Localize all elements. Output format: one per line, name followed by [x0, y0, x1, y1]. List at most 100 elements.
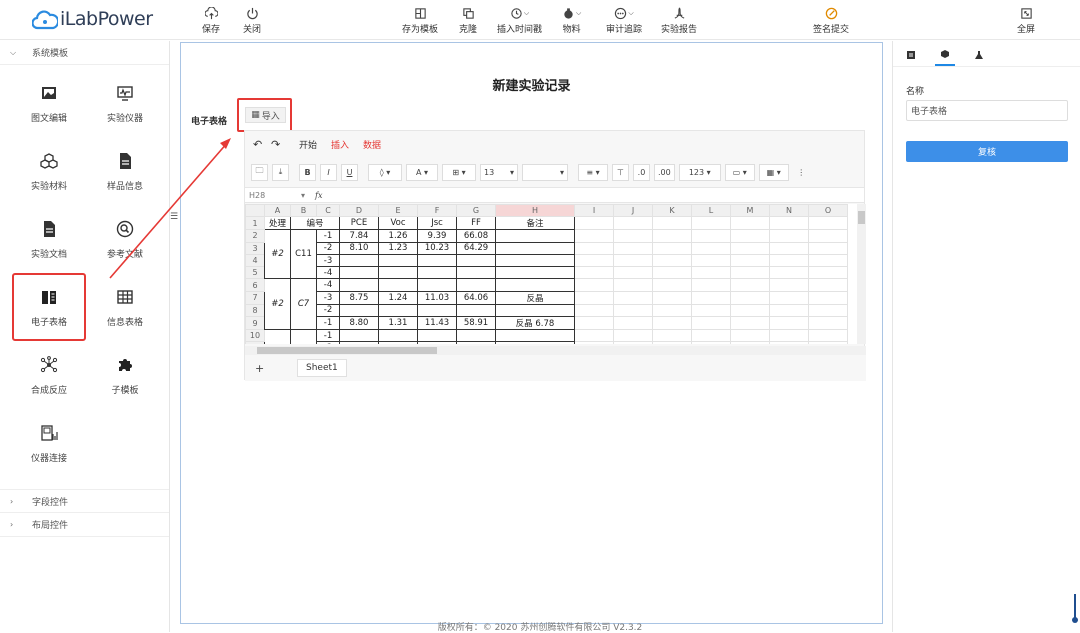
sheet-tab[interactable]: Sheet1	[297, 359, 347, 377]
cell[interactable]	[691, 278, 731, 292]
cell[interactable]: 58.91	[456, 316, 496, 331]
cell[interactable]	[769, 278, 809, 292]
cell[interactable]	[769, 341, 809, 344]
cell[interactable]	[652, 316, 692, 331]
cell[interactable]	[808, 241, 848, 255]
cell[interactable]	[574, 303, 614, 318]
cell[interactable]	[495, 303, 575, 318]
import-button[interactable]: ▦ 导入	[245, 107, 286, 123]
row-number[interactable]: 1	[245, 216, 265, 231]
cell-reference[interactable]: H28	[245, 191, 301, 200]
tile-instrument[interactable]: 实验仪器	[88, 69, 162, 137]
cell[interactable]: 1.31	[378, 316, 418, 331]
tile-references[interactable]: 参考文献	[88, 205, 162, 273]
menu-data[interactable]: 数据	[363, 138, 381, 151]
cell[interactable]	[652, 266, 692, 280]
cell[interactable]	[339, 341, 379, 344]
decimal-increase-icon[interactable]: .0	[633, 163, 650, 181]
cell[interactable]: PCE	[339, 216, 379, 231]
cell[interactable]	[769, 266, 809, 280]
cell[interactable]	[456, 341, 496, 344]
cell[interactable]	[652, 329, 692, 343]
cell[interactable]	[290, 329, 317, 344]
cell[interactable]	[808, 278, 848, 292]
tile-synthesis[interactable]: 合成反应	[12, 341, 86, 409]
cell[interactable]	[691, 341, 731, 344]
tile-image-text[interactable]: 图文编辑	[12, 69, 86, 137]
cell[interactable]	[574, 253, 614, 268]
row-number[interactable]: 8	[245, 303, 265, 318]
cell[interactable]	[339, 266, 379, 280]
cell[interactable]	[808, 266, 848, 280]
column-header[interactable]: E	[378, 204, 418, 218]
cell[interactable]: 处理	[264, 216, 291, 231]
cell[interactable]	[613, 216, 653, 231]
column-header[interactable]: C	[316, 204, 340, 218]
section-field-controls[interactable]: › 字段控件	[0, 489, 169, 513]
cell[interactable]: 64.29	[456, 241, 496, 255]
cell[interactable]	[769, 216, 809, 231]
cell[interactable]	[691, 241, 731, 255]
tab-style[interactable]	[935, 44, 955, 66]
cell[interactable]	[730, 253, 770, 268]
valign-icon[interactable]: ⊤	[612, 163, 629, 181]
cell[interactable]: FF	[456, 216, 496, 231]
audit-trail-button[interactable]: ⌵ 审计追踪	[606, 5, 642, 35]
cell[interactable]: 8.75	[339, 290, 379, 305]
cell[interactable]: 11.43	[417, 316, 457, 331]
column-header[interactable]: N	[769, 204, 809, 218]
column-header[interactable]: J	[613, 204, 653, 218]
section-layout-controls[interactable]: › 布局控件	[0, 513, 169, 537]
cell[interactable]: 66.08	[456, 229, 496, 243]
cell[interactable]	[613, 316, 653, 331]
column-header[interactable]: A	[264, 204, 291, 218]
cell[interactable]	[495, 266, 575, 280]
cell[interactable]	[691, 216, 731, 231]
open-folder-icon[interactable]: 🗀	[251, 163, 268, 181]
grid-button[interactable]: ▦ ▾	[758, 163, 789, 181]
cell[interactable]	[613, 303, 653, 318]
cell[interactable]	[808, 303, 848, 318]
close-button[interactable]: 关闭	[243, 5, 261, 35]
cell[interactable]	[730, 316, 770, 331]
cell[interactable]	[417, 266, 457, 280]
cell[interactable]	[691, 229, 731, 243]
cell[interactable]	[456, 253, 496, 268]
cell[interactable]	[652, 303, 692, 318]
column-header[interactable]: K	[652, 204, 692, 218]
cell[interactable]	[769, 329, 809, 343]
redo-icon[interactable]: ↷	[271, 138, 285, 151]
scroll-thumb[interactable]	[257, 347, 437, 354]
cell[interactable]	[339, 303, 379, 318]
cell[interactable]: -2	[316, 303, 340, 318]
cell[interactable]: -4	[316, 278, 340, 292]
cell[interactable]	[495, 253, 575, 268]
tile-sub-template[interactable]: 子模板	[88, 341, 162, 409]
corner-cell[interactable]	[245, 204, 265, 218]
cell[interactable]	[730, 303, 770, 318]
column-header[interactable]: G	[456, 204, 496, 218]
chevron-down-icon[interactable]: ▾	[301, 191, 315, 200]
cell[interactable]: #2	[264, 278, 291, 331]
cell[interactable]: 8.80	[339, 316, 379, 331]
insert-timestamp-button[interactable]: ⌵ 插入时间戳	[497, 5, 542, 35]
decimal-decrease-icon[interactable]: .00	[654, 163, 675, 181]
sign-submit-button[interactable]: 签名提交	[813, 5, 849, 35]
tile-documents[interactable]: 实验文档	[12, 205, 86, 273]
cell[interactable]	[652, 229, 692, 243]
cell[interactable]	[730, 229, 770, 243]
font-size-select[interactable]: 13 ▾	[480, 163, 518, 181]
cell[interactable]	[613, 329, 653, 343]
cell[interactable]	[613, 229, 653, 243]
cell[interactable]	[613, 278, 653, 292]
sheet-grid[interactable]: A B C D E F G H I J K L M N O 1 处理 编号 PCE Voc Jsc FF 备注 2 #2 C11-…	[245, 204, 857, 344]
menu-insert[interactable]: 插入	[331, 138, 349, 151]
column-header[interactable]: D	[339, 204, 379, 218]
cell[interactable]	[378, 253, 418, 268]
cell[interactable]	[769, 303, 809, 318]
cell[interactable]: Jsc	[417, 216, 457, 231]
cell[interactable]	[574, 329, 614, 343]
row-number[interactable]: 5	[245, 266, 265, 280]
row-number[interactable]: 9	[245, 316, 265, 331]
cell[interactable]	[808, 253, 848, 268]
